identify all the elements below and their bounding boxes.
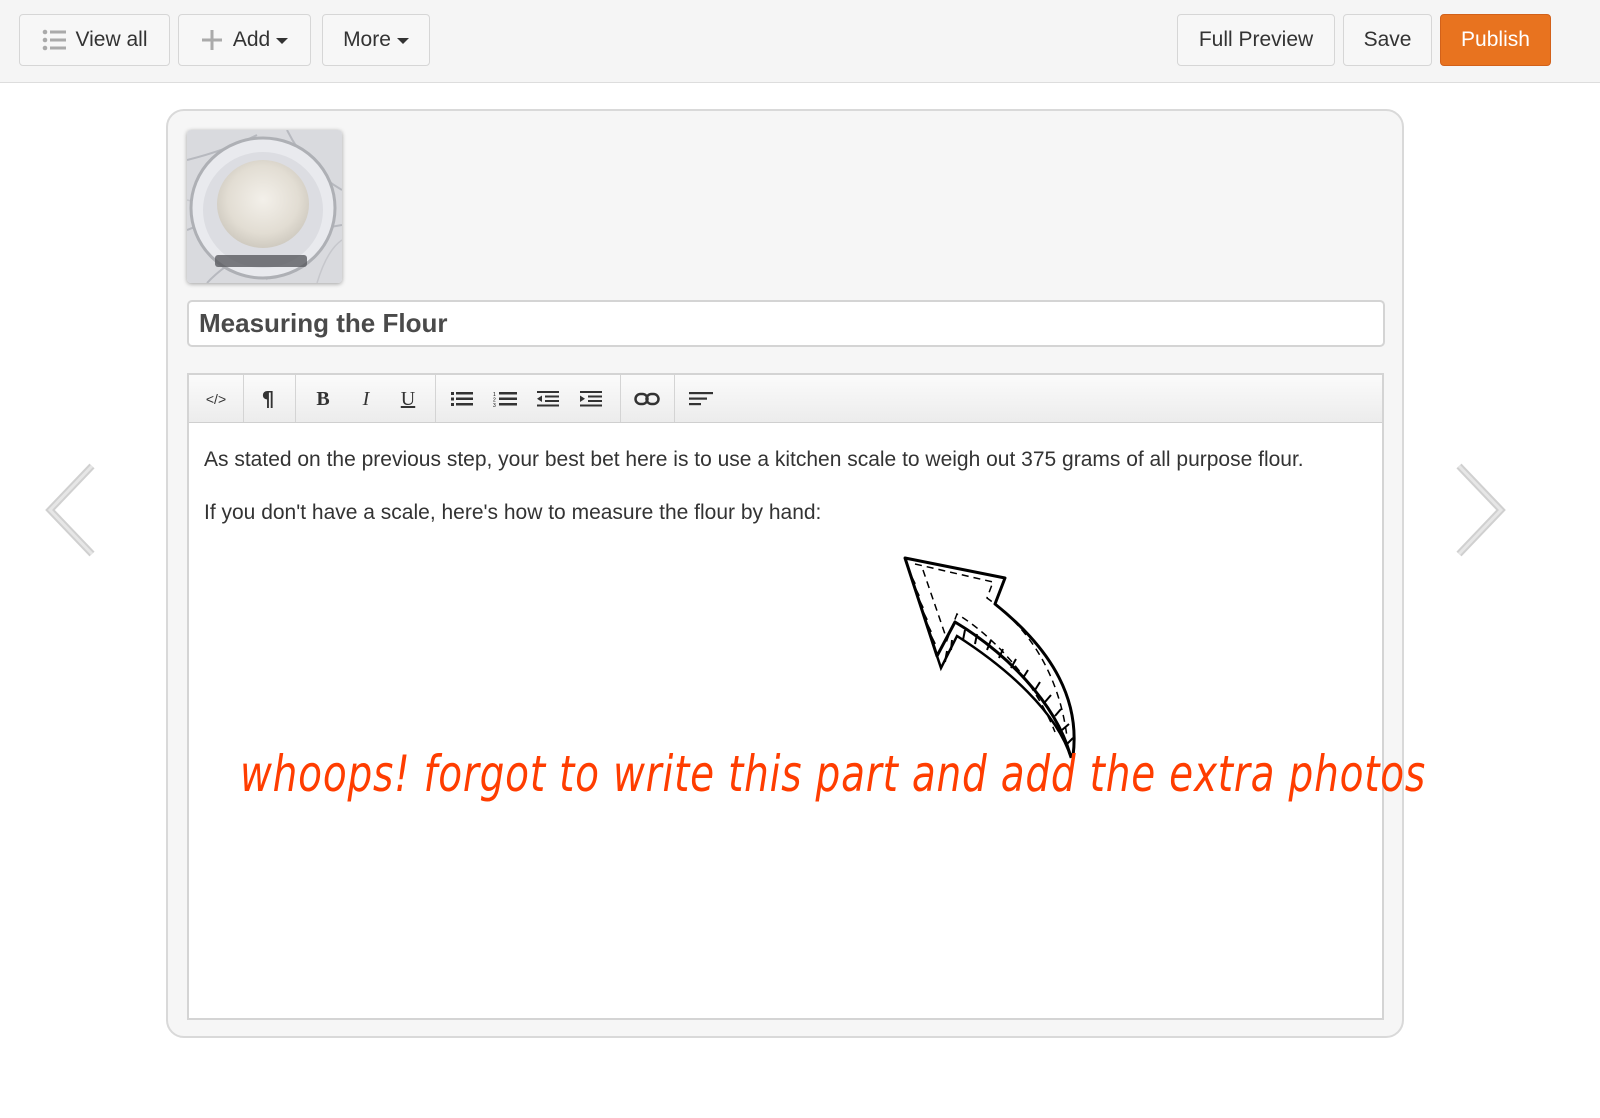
caret-down-icon	[396, 38, 409, 44]
add-button[interactable]: Add	[178, 14, 311, 66]
hand-drawn-arrow-icon	[903, 556, 1076, 759]
step-title-input[interactable]	[187, 300, 1385, 347]
step-paragraph: If you don't have a scale, here's how to…	[204, 501, 822, 524]
toolbar-divider	[435, 375, 436, 422]
full-preview-button[interactable]: Full Preview	[1177, 14, 1335, 66]
full-preview-label: Full Preview	[1198, 28, 1314, 51]
editor-content[interactable]: As stated on the previous step, your bes…	[204, 441, 1367, 547]
toolbar-divider	[243, 375, 244, 422]
more-button[interactable]: More	[322, 14, 430, 66]
toolbar-divider	[295, 375, 296, 422]
italic-icon[interactable]: I	[348, 381, 384, 417]
code-icon[interactable]: </>	[196, 381, 236, 417]
view-all-button[interactable]: View all	[19, 14, 170, 66]
publish-button[interactable]: Publish	[1440, 14, 1551, 66]
previous-step-arrow-icon[interactable]	[44, 462, 96, 558]
publish-label: Publish	[1461, 28, 1530, 51]
underline-icon[interactable]: U	[390, 381, 426, 417]
save-button[interactable]: Save	[1343, 14, 1432, 66]
more-label: More	[343, 28, 391, 51]
top-toolbar: View all Add More Full Preview Save Publ…	[0, 0, 1600, 83]
add-label: Add	[232, 28, 271, 51]
outdent-icon[interactable]	[530, 381, 566, 417]
rich-text-editor[interactable]: </> ¶ B I U 123 As stated on the previou…	[187, 373, 1384, 1020]
save-label: Save	[1363, 28, 1412, 51]
svg-text:3: 3	[493, 403, 496, 407]
align-icon[interactable]	[683, 381, 719, 417]
step-paragraph: As stated on the previous step, your bes…	[204, 448, 1304, 471]
toolbar-divider	[620, 375, 621, 422]
step-editor-card: </> ¶ B I U 123	[166, 109, 1404, 1038]
step-photo-thumbnail[interactable]	[187, 130, 342, 283]
flour-bowl-image	[187, 130, 342, 283]
caret-down-icon	[276, 38, 289, 44]
next-step-arrow-icon[interactable]	[1455, 462, 1507, 558]
paragraph-icon[interactable]: ¶	[250, 381, 286, 417]
plus-icon	[201, 30, 222, 50]
handwritten-annotation: whoops! forgot to write this part and ad…	[240, 745, 1427, 803]
link-icon[interactable]	[629, 381, 665, 417]
list-icon	[42, 29, 66, 51]
indent-icon[interactable]	[573, 381, 609, 417]
editor-toolbar: </> ¶ B I U 123	[189, 375, 1382, 423]
view-all-label: View all	[75, 28, 148, 51]
numbered-list-icon[interactable]: 123	[487, 381, 523, 417]
bold-icon[interactable]: B	[305, 381, 341, 417]
bullet-list-icon[interactable]	[444, 381, 480, 417]
toolbar-divider	[674, 375, 675, 422]
